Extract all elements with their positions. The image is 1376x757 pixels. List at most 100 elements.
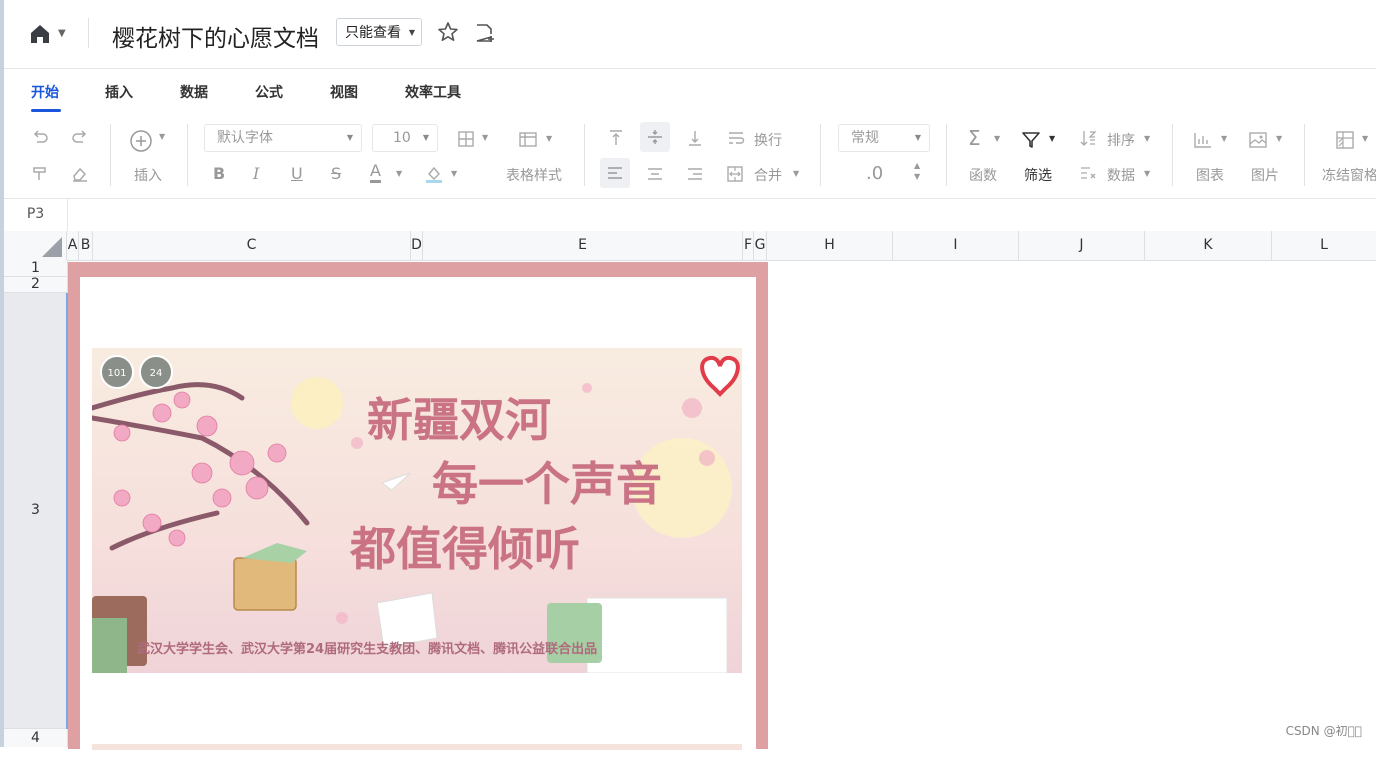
column-header-d[interactable]: D bbox=[411, 231, 423, 260]
tab-formula[interactable]: 公式 bbox=[255, 82, 283, 102]
column-header-i[interactable]: I bbox=[893, 231, 1019, 260]
row-header-1[interactable]: 1 bbox=[4, 260, 67, 277]
table-style-label[interactable]: 表格样式 bbox=[506, 165, 562, 185]
column-header-a[interactable]: A bbox=[67, 231, 79, 260]
decimal-places-value[interactable]: .0 bbox=[866, 163, 883, 184]
permission-dropdown[interactable]: 只能查看 ▼ bbox=[336, 18, 422, 46]
add-circle-icon[interactable] bbox=[129, 129, 153, 153]
tab-efficiency-tools[interactable]: 效率工具 bbox=[405, 82, 461, 102]
font-size-select[interactable]: 10 ▼ bbox=[372, 124, 438, 152]
separator bbox=[1304, 124, 1305, 186]
bold-button[interactable]: B bbox=[213, 164, 225, 183]
chevron-down-icon: ▼ bbox=[914, 133, 921, 142]
decimal-stepper[interactable]: ▲ ▼ bbox=[914, 160, 920, 182]
chevron-down-icon[interactable]: ▼ bbox=[1144, 134, 1150, 143]
chevron-down-icon[interactable]: ▼ bbox=[546, 134, 552, 143]
row-header-4[interactable]: 4 bbox=[4, 729, 67, 747]
font-family-select[interactable]: 默认字体 ▼ bbox=[204, 124, 362, 152]
column-header-f[interactable]: F bbox=[743, 231, 754, 260]
image-frame: 101 24 新疆双河 每一个声音 都值得倾听 武汉大学学生会、武汉大学第24届… bbox=[68, 262, 768, 757]
data-tools-icon[interactable] bbox=[1078, 164, 1098, 184]
home-dropdown-icon[interactable]: ▼ bbox=[58, 28, 66, 39]
chevron-down-icon[interactable]: ▼ bbox=[1276, 134, 1282, 143]
column-header-k[interactable]: K bbox=[1145, 231, 1272, 260]
banner-image[interactable]: 101 24 新疆双河 每一个声音 都值得倾听 武汉大学学生会、武汉大学第24届… bbox=[92, 348, 742, 673]
column-header-g[interactable]: G bbox=[754, 231, 767, 260]
chevron-down-icon[interactable]: ▼ bbox=[159, 132, 165, 141]
sort-icon[interactable] bbox=[1078, 128, 1098, 148]
image-paper: 101 24 新疆双河 每一个声音 都值得倾听 武汉大学学生会、武汉大学第24届… bbox=[80, 277, 756, 757]
italic-button[interactable]: I bbox=[253, 164, 259, 183]
chevron-down-icon[interactable]: ▼ bbox=[451, 169, 457, 178]
freeze-panes-icon[interactable] bbox=[1335, 130, 1355, 150]
table-style-icon[interactable] bbox=[518, 130, 538, 150]
chevron-down-icon[interactable]: ▼ bbox=[994, 134, 1000, 143]
merge-cells-icon[interactable] bbox=[725, 164, 745, 184]
fill-color-icon[interactable] bbox=[424, 164, 444, 184]
redo-icon[interactable] bbox=[70, 128, 90, 148]
note-icon[interactable] bbox=[472, 21, 496, 45]
chevron-down-icon[interactable]: ▼ bbox=[396, 169, 402, 178]
image-label[interactable]: 图片 bbox=[1251, 165, 1279, 185]
row-header-2[interactable]: 2 bbox=[4, 277, 67, 293]
sigma-icon[interactable]: Σ bbox=[968, 128, 981, 148]
chevron-down-icon[interactable]: ▼ bbox=[1221, 134, 1227, 143]
tab-insert[interactable]: 插入 bbox=[105, 82, 133, 102]
column-header-j[interactable]: J bbox=[1019, 231, 1145, 260]
home-icon[interactable] bbox=[28, 22, 52, 46]
column-header-c[interactable]: C bbox=[93, 231, 411, 260]
data-label[interactable]: 数据 bbox=[1107, 165, 1135, 185]
column-header-e[interactable]: E bbox=[423, 231, 743, 260]
format-painter-icon[interactable] bbox=[30, 164, 50, 184]
merge-label[interactable]: 合并 bbox=[754, 165, 782, 185]
insert-label[interactable]: 插入 bbox=[134, 165, 162, 185]
sheet-grid[interactable]: 101 24 新疆双河 每一个声音 都值得倾听 武汉大学学生会、武汉大学第24届… bbox=[68, 260, 1376, 757]
ribbon-tabs: 开始 插入 数据 公式 视图 效率工具 bbox=[4, 68, 1376, 114]
chart-label[interactable]: 图表 bbox=[1196, 165, 1224, 185]
freeze-label[interactable]: 冻结窗格 bbox=[1322, 165, 1376, 185]
tab-start[interactable]: 开始 bbox=[31, 82, 59, 102]
tab-data[interactable]: 数据 bbox=[180, 82, 208, 102]
eraser-icon[interactable] bbox=[70, 164, 90, 184]
align-bottom-icon[interactable] bbox=[685, 128, 705, 148]
chevron-down-icon[interactable]: ▼ bbox=[1049, 134, 1055, 143]
row-headers: 1 2 3 4 bbox=[4, 260, 68, 747]
align-middle-button[interactable] bbox=[640, 122, 670, 152]
image-icon[interactable] bbox=[1248, 130, 1268, 150]
toolbar: ▼ 插入 默认字体 ▼ 10 ▼ ▼ ▼ B I U S A ▼ ▼ 表格样式 … bbox=[4, 114, 1376, 199]
chevron-down-icon[interactable]: ▼ bbox=[1362, 134, 1368, 143]
select-all-corner[interactable] bbox=[4, 231, 67, 260]
formula-bar: P3 bbox=[4, 199, 1376, 232]
doc-title[interactable]: 樱花树下的心愿文档 bbox=[112, 19, 319, 53]
align-left-button[interactable] bbox=[600, 158, 630, 188]
strikethrough-button[interactable]: S bbox=[331, 164, 341, 183]
wrap-text-label[interactable]: 换行 bbox=[754, 130, 782, 150]
chevron-down-icon[interactable]: ▼ bbox=[1144, 169, 1150, 178]
wrap-text-icon[interactable] bbox=[726, 128, 746, 148]
align-top-icon[interactable] bbox=[606, 128, 626, 148]
align-right-icon[interactable] bbox=[685, 164, 705, 184]
top-bar: ▼ 樱花树下的心愿文档 只能查看 ▼ bbox=[4, 0, 1376, 69]
align-center-icon[interactable] bbox=[645, 164, 665, 184]
star-icon[interactable] bbox=[436, 20, 460, 44]
cell-reference[interactable]: P3 bbox=[4, 199, 68, 231]
underline-button[interactable]: U bbox=[291, 164, 303, 183]
column-header-b[interactable]: B bbox=[79, 231, 93, 260]
function-label[interactable]: 函数 bbox=[969, 165, 997, 185]
tab-view[interactable]: 视图 bbox=[330, 82, 358, 102]
filter-label[interactable]: 筛选 bbox=[1024, 165, 1052, 185]
separator bbox=[110, 124, 111, 186]
column-header-h[interactable]: H bbox=[767, 231, 893, 260]
font-color-button[interactable]: A bbox=[370, 162, 381, 183]
chevron-down-icon[interactable]: ▼ bbox=[482, 133, 488, 142]
banner-title-line3: 都值得倾听 bbox=[349, 522, 580, 576]
undo-icon[interactable] bbox=[30, 128, 50, 148]
chart-icon[interactable] bbox=[1193, 130, 1213, 150]
row-header-3[interactable]: 3 bbox=[4, 293, 67, 729]
column-header-l[interactable]: L bbox=[1272, 231, 1376, 260]
number-format-select[interactable]: 常规 ▼ bbox=[838, 124, 930, 152]
filter-icon[interactable] bbox=[1021, 130, 1041, 150]
border-icon[interactable] bbox=[456, 129, 476, 149]
chevron-down-icon[interactable]: ▼ bbox=[793, 169, 799, 178]
sort-label[interactable]: 排序 bbox=[1107, 130, 1135, 150]
